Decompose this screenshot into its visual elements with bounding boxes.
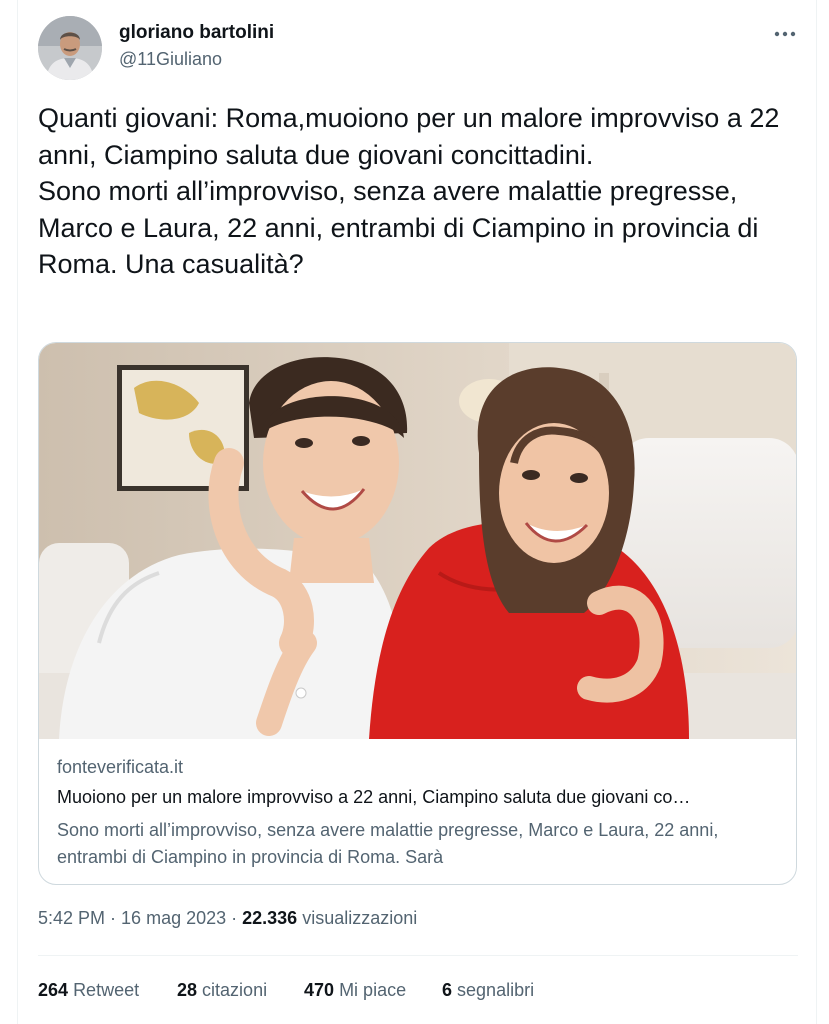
card-image <box>39 343 796 739</box>
quotes-label: citazioni <box>202 980 268 1000</box>
tweet-time[interactable]: 5:42 PM <box>38 908 105 928</box>
views-count: 22.336 <box>242 908 298 928</box>
tweet-date[interactable]: 16 mag 2023 <box>121 908 226 928</box>
tweet-metadata: 5:42 PM · 16 mag 2023 · 22.336 visualizz… <box>38 908 417 929</box>
tweet-page: gloriano bartolini @11Giuliano Quanti gi… <box>0 0 829 1024</box>
card-description: Sono morti all’improvviso, senza avere m… <box>57 820 719 867</box>
divider <box>38 955 798 956</box>
bookmarks-label: segnalibri <box>457 980 535 1000</box>
card-domain: fonteverificata.it <box>57 757 184 777</box>
timeline-border-left <box>17 0 18 1024</box>
user-handle[interactable]: @11Giuliano <box>119 49 222 70</box>
tweet-header: gloriano bartolini @11Giuliano <box>38 16 798 80</box>
timeline-border-right <box>816 0 817 1024</box>
quotes-stat[interactable]: 28 citazioni <box>177 980 267 1001</box>
retweets-count: 264 <box>38 980 69 1000</box>
bookmarks-count: 6 <box>442 980 453 1000</box>
tweet-text: Quanti giovani: Roma,muoiono per un malo… <box>38 103 780 279</box>
card-title: Muoiono per un malore improvviso a 22 an… <box>57 787 691 807</box>
views-label: visualizzazioni <box>302 908 418 928</box>
retweets-stat[interactable]: 264 Retweet <box>38 980 139 1001</box>
likes-stat[interactable]: 470 Mi piace <box>304 980 406 1001</box>
quotes-count: 28 <box>177 980 198 1000</box>
bookmarks-stat[interactable]: 6 segnalibri <box>442 980 534 1001</box>
meta-separator: · <box>105 908 122 928</box>
likes-label: Mi piace <box>339 980 407 1000</box>
meta-separator: · <box>226 908 243 928</box>
likes-count: 470 <box>304 980 335 1000</box>
more-horizontal-icon <box>774 24 796 42</box>
user-display-name[interactable]: gloriano bartolini <box>119 22 274 44</box>
retweets-label: Retweet <box>73 980 140 1000</box>
more-options-button[interactable] <box>772 20 798 46</box>
link-preview-card[interactable]: fonteverificata.it Muoiono per un malore… <box>38 342 797 885</box>
avatar[interactable] <box>38 16 102 80</box>
